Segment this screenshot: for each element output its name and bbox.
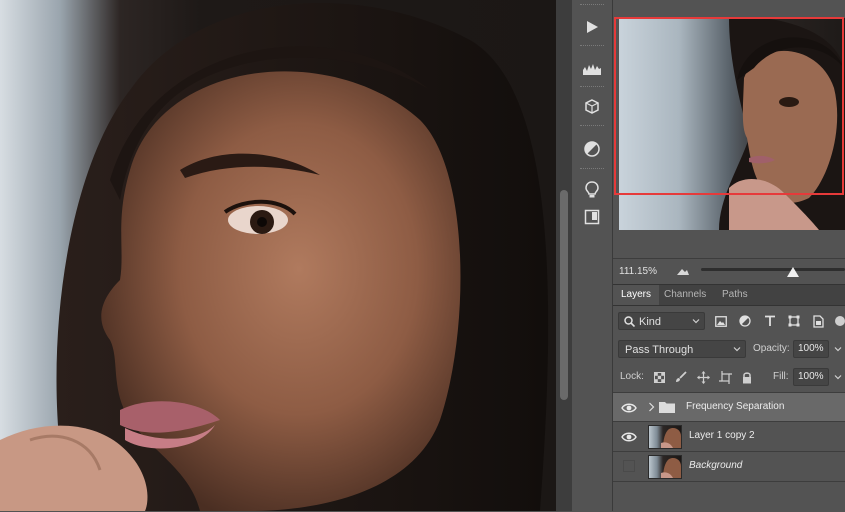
lock-label: Lock: xyxy=(620,371,644,382)
layer-name[interactable]: Layer 1 copy 2 xyxy=(689,430,755,441)
image-filter-icon[interactable] xyxy=(714,314,728,328)
fill-label: Fill: xyxy=(773,371,789,382)
document-canvas[interactable] xyxy=(0,0,556,511)
filter-toggle-icon[interactable] xyxy=(833,314,845,328)
tab-layers[interactable]: Layers xyxy=(613,285,660,305)
zoom-out-mountain-icon[interactable] xyxy=(677,266,689,278)
layer-thumbnail[interactable] xyxy=(648,425,682,449)
layer-row-background[interactable]: Background xyxy=(613,452,845,482)
lock-transparent-icon[interactable] xyxy=(652,370,666,384)
zoom-slider-track[interactable] xyxy=(701,268,845,271)
zoom-slider-handle[interactable] xyxy=(787,267,800,280)
histogram-icon[interactable] xyxy=(578,54,606,82)
lock-row: Lock: Fill: 100% xyxy=(613,365,845,391)
layer-name[interactable]: Background xyxy=(689,460,742,471)
lock-all-icon[interactable] xyxy=(740,370,754,384)
strip-grip[interactable] xyxy=(580,125,604,128)
scrollbar-thumb[interactable] xyxy=(560,190,568,400)
chevron-down-icon xyxy=(733,347,741,352)
chevron-down-icon xyxy=(692,319,700,324)
navigator-zoom-row: 111.15% xyxy=(613,258,845,285)
blend-mode-dropdown[interactable]: Pass Through xyxy=(618,340,746,358)
tab-channels[interactable]: Channels xyxy=(656,285,714,305)
strip-grip[interactable] xyxy=(580,168,604,171)
opacity-label: Opacity: xyxy=(753,343,790,354)
tab-paths[interactable]: Paths xyxy=(714,285,756,305)
lock-artboard-icon[interactable] xyxy=(718,370,732,384)
kind-filter-label: Kind xyxy=(639,316,662,328)
opacity-field[interactable]: 100% xyxy=(793,340,829,358)
layer-filter-row: Kind xyxy=(613,309,845,335)
zoom-value[interactable]: 111.15% xyxy=(619,266,657,277)
visibility-toggle-empty[interactable] xyxy=(623,460,635,472)
navigator-panel xyxy=(613,0,845,258)
canvas-scrollbar[interactable] xyxy=(556,0,572,511)
strip-grip[interactable] xyxy=(580,86,604,89)
play-icon[interactable] xyxy=(578,13,606,41)
navigator-view-box[interactable] xyxy=(614,17,844,195)
blend-mode-row: Pass Through Opacity: 100% xyxy=(613,337,845,363)
light-bulb-icon[interactable] xyxy=(578,176,606,204)
folder-icon xyxy=(659,402,675,413)
visibility-eye-icon[interactable] xyxy=(621,431,637,443)
opacity-chevron-icon[interactable] xyxy=(831,342,845,356)
visibility-eye-icon[interactable] xyxy=(621,402,637,414)
layer-thumbnail[interactable] xyxy=(648,455,682,479)
fill-field[interactable]: 100% xyxy=(793,368,829,386)
smart-object-filter-icon[interactable] xyxy=(811,314,825,328)
right-panels: 111.15% Layers Channels Paths Kind Pass … xyxy=(613,0,845,512)
properties-cube-icon[interactable] xyxy=(578,93,606,121)
search-icon xyxy=(624,316,635,327)
layer-row-frequency-separation[interactable]: Frequency Separation xyxy=(613,392,845,422)
layers-panel: Layers Channels Paths Kind Pass Through … xyxy=(613,284,845,512)
lock-brush-icon[interactable] xyxy=(674,370,688,384)
portrait-photo xyxy=(0,3,549,511)
lock-position-icon[interactable] xyxy=(696,370,710,384)
fill-chevron-icon[interactable] xyxy=(831,370,845,384)
shape-filter-icon[interactable] xyxy=(787,314,801,328)
strip-grip[interactable] xyxy=(580,4,604,7)
adjustment-filter-icon[interactable] xyxy=(738,314,752,328)
libraries-icon[interactable] xyxy=(578,203,606,231)
type-filter-icon[interactable] xyxy=(763,314,777,328)
strip-grip[interactable] xyxy=(580,45,604,48)
layer-row-layer-1-copy-2[interactable]: Layer 1 copy 2 xyxy=(613,422,845,452)
chevron-right-icon[interactable] xyxy=(648,402,655,412)
adjustments-icon[interactable] xyxy=(578,135,606,163)
panel-tabs: Layers Channels Paths xyxy=(613,285,845,306)
layer-name[interactable]: Frequency Separation xyxy=(686,401,784,412)
kind-filter-dropdown[interactable]: Kind xyxy=(618,312,705,330)
panel-icon-strip xyxy=(572,0,613,511)
blend-mode-value: Pass Through xyxy=(625,344,694,356)
